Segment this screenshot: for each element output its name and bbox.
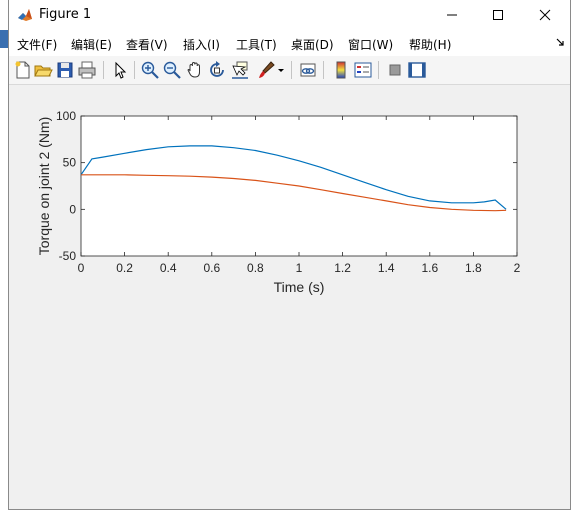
toolbar-separator — [323, 61, 324, 79]
open-icon[interactable] — [33, 60, 53, 80]
y-tick-label: -50 — [59, 249, 77, 263]
menu-dock-arrow-icon[interactable] — [556, 38, 564, 46]
colorbar-icon[interactable] — [331, 60, 351, 80]
zoom-in-icon[interactable] — [140, 60, 160, 80]
menu-window[interactable]: 窗口(W) — [348, 36, 393, 53]
print-icon[interactable] — [77, 60, 97, 80]
y-tick-label: 100 — [56, 109, 76, 123]
rotate-3d-icon[interactable] — [207, 60, 227, 80]
figure-canvas: 0 0.2 0.4 0.6 0.8 1 1.2 1.4 1.6 1.8 2 -50 0 50 100 Time… — [9, 85, 570, 508]
pan-hand-icon[interactable] — [185, 60, 205, 80]
toolbar — [9, 56, 570, 85]
title-bar[interactable]: Figure 1 — [9, 0, 570, 30]
brush-icon[interactable] — [256, 60, 276, 80]
toolbar-separator — [291, 61, 292, 79]
menu-file[interactable]: 文件(F) — [17, 36, 57, 53]
toolbar-separator — [103, 61, 104, 79]
figure-window: Figure 1 文件(F) 编辑(E) 查看(V) 插入(I) 工具(T) 桌… — [8, 0, 571, 510]
brush-dropdown-icon[interactable] — [277, 60, 285, 80]
minimize-button[interactable] — [429, 0, 475, 30]
maximize-button[interactable] — [475, 0, 521, 30]
x-tick-label: 0.4 — [160, 261, 177, 275]
x-tick-label: 1 — [296, 261, 303, 275]
toolbar-separator — [378, 61, 379, 79]
new-figure-icon[interactable] — [13, 60, 33, 80]
link-plot-icon[interactable] — [298, 60, 318, 80]
y-axis-label: Torque on joint 2 (Nm) — [36, 117, 52, 256]
data-cursor-icon[interactable] — [230, 60, 250, 80]
close-button[interactable] — [522, 0, 568, 30]
menu-edit[interactable]: 编辑(E) — [71, 36, 112, 53]
close-icon — [539, 9, 551, 21]
minimize-icon — [447, 14, 457, 16]
menu-bar: 文件(F) 编辑(E) 查看(V) 插入(I) 工具(T) 桌面(D) 窗口(W… — [9, 30, 570, 56]
hide-plot-tools-icon[interactable] — [385, 60, 405, 80]
x-tick-label: 1.2 — [334, 261, 351, 275]
x-tick-label: 1.6 — [421, 261, 438, 275]
menu-help[interactable]: 帮助(H) — [409, 36, 451, 53]
x-tick-label: 0 — [78, 261, 85, 275]
toolbar-separator — [134, 61, 135, 79]
menu-desktop[interactable]: 桌面(D) — [291, 36, 334, 53]
legend-icon[interactable] — [353, 60, 373, 80]
menu-view[interactable]: 查看(V) — [126, 36, 168, 53]
x-tick-label: 1.8 — [465, 261, 482, 275]
x-tick-label: 1.4 — [378, 261, 395, 275]
x-tick-label: 0.8 — [247, 261, 264, 275]
y-tick-label: 0 — [69, 202, 76, 216]
x-axis-label: Time (s) — [274, 279, 325, 295]
matlab-icon — [17, 7, 33, 23]
save-icon[interactable] — [55, 60, 75, 80]
x-tick-label: 2 — [514, 261, 521, 275]
show-plot-tools-icon[interactable] — [407, 60, 427, 80]
menu-insert[interactable]: 插入(I) — [183, 36, 220, 53]
x-tick-label: 0.6 — [203, 261, 220, 275]
line-chart[interactable]: 0 0.2 0.4 0.6 0.8 1 1.2 1.4 1.6 1.8 2-50050100Time… — [9, 85, 570, 508]
x-tick-label: 0.2 — [116, 261, 133, 275]
window-title: Figure 1 — [39, 7, 92, 22]
pointer-icon[interactable] — [110, 60, 130, 80]
maximize-icon — [493, 10, 503, 20]
menu-tools[interactable]: 工具(T) — [236, 36, 277, 53]
zoom-out-icon[interactable] — [162, 60, 182, 80]
y-tick-label: 50 — [63, 156, 77, 170]
